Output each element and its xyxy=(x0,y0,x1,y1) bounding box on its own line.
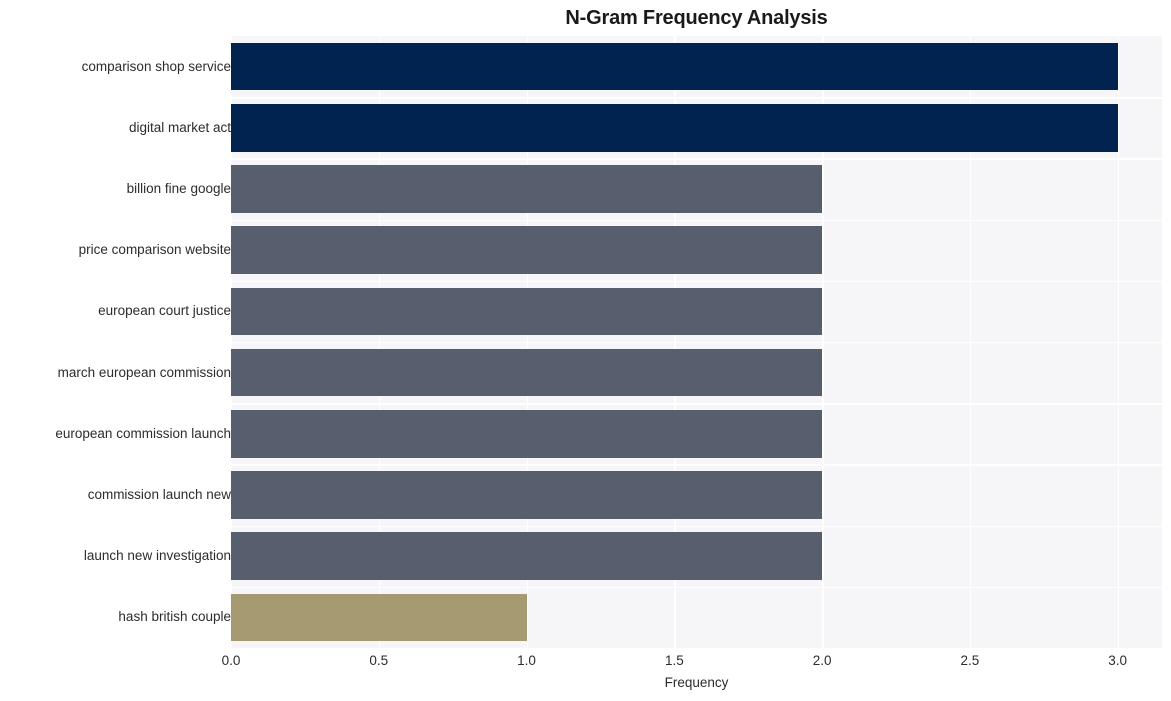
bar xyxy=(231,103,1118,152)
gridline-horizontal xyxy=(231,403,1162,405)
gridline-horizontal xyxy=(231,219,1162,221)
bar xyxy=(231,532,823,581)
bar xyxy=(231,348,823,397)
y-axis-tick-label: march european commission xyxy=(57,364,231,380)
y-axis-tick-label: billion fine google xyxy=(126,181,231,196)
bar xyxy=(231,42,1118,91)
y-axis-tick-labels: comparison shop service digital market ac… xyxy=(0,36,231,648)
plot-area xyxy=(231,36,1162,648)
x-axis-tick-label: 1.0 xyxy=(517,653,536,668)
x-axis-tick-label: 1.5 xyxy=(664,653,684,668)
bar xyxy=(231,165,823,213)
y-axis-tick-label: hash british couple xyxy=(118,609,231,625)
y-axis-tick-label: digital market act xyxy=(128,119,231,135)
y-axis-tick-label: launch new investigation xyxy=(83,548,231,564)
gridline-horizontal xyxy=(231,280,1162,283)
y-axis-tick-label: commission launch new xyxy=(87,487,231,502)
gridline-horizontal xyxy=(231,525,1162,527)
x-axis-tick-label: 3.0 xyxy=(1108,653,1128,668)
x-axis-tick-labels: 0.0 0.5 1.0 1.5 2.0 2.5 3.0 xyxy=(0,652,1171,672)
x-axis-tick-label: 2.0 xyxy=(812,653,832,668)
gridline-horizontal xyxy=(231,97,1162,99)
x-axis-tick-label: 2.5 xyxy=(960,653,980,668)
bar xyxy=(231,471,823,519)
bar xyxy=(231,287,823,336)
x-axis-title: Frequency xyxy=(664,675,729,690)
x-axis-tick-label: 0.5 xyxy=(369,653,389,668)
gridline-horizontal xyxy=(231,586,1162,589)
chart-figure: N-Gram Frequency Analysis comparison sho… xyxy=(0,0,1171,701)
gridline-horizontal xyxy=(231,158,1162,160)
bar xyxy=(231,226,823,275)
bar xyxy=(231,409,823,458)
bar xyxy=(231,593,527,642)
x-axis-tick-label: 0.0 xyxy=(221,653,241,668)
gridline-horizontal xyxy=(231,464,1162,466)
y-axis-tick-label: european commission launch xyxy=(55,425,231,441)
y-axis-tick-label: european court justice xyxy=(98,303,231,319)
gridline-horizontal xyxy=(231,342,1162,344)
y-axis-tick-label: price comparison website xyxy=(78,242,231,258)
y-axis-tick-label: comparison shop service xyxy=(81,58,231,74)
chart-title: N-Gram Frequency Analysis xyxy=(565,7,828,29)
